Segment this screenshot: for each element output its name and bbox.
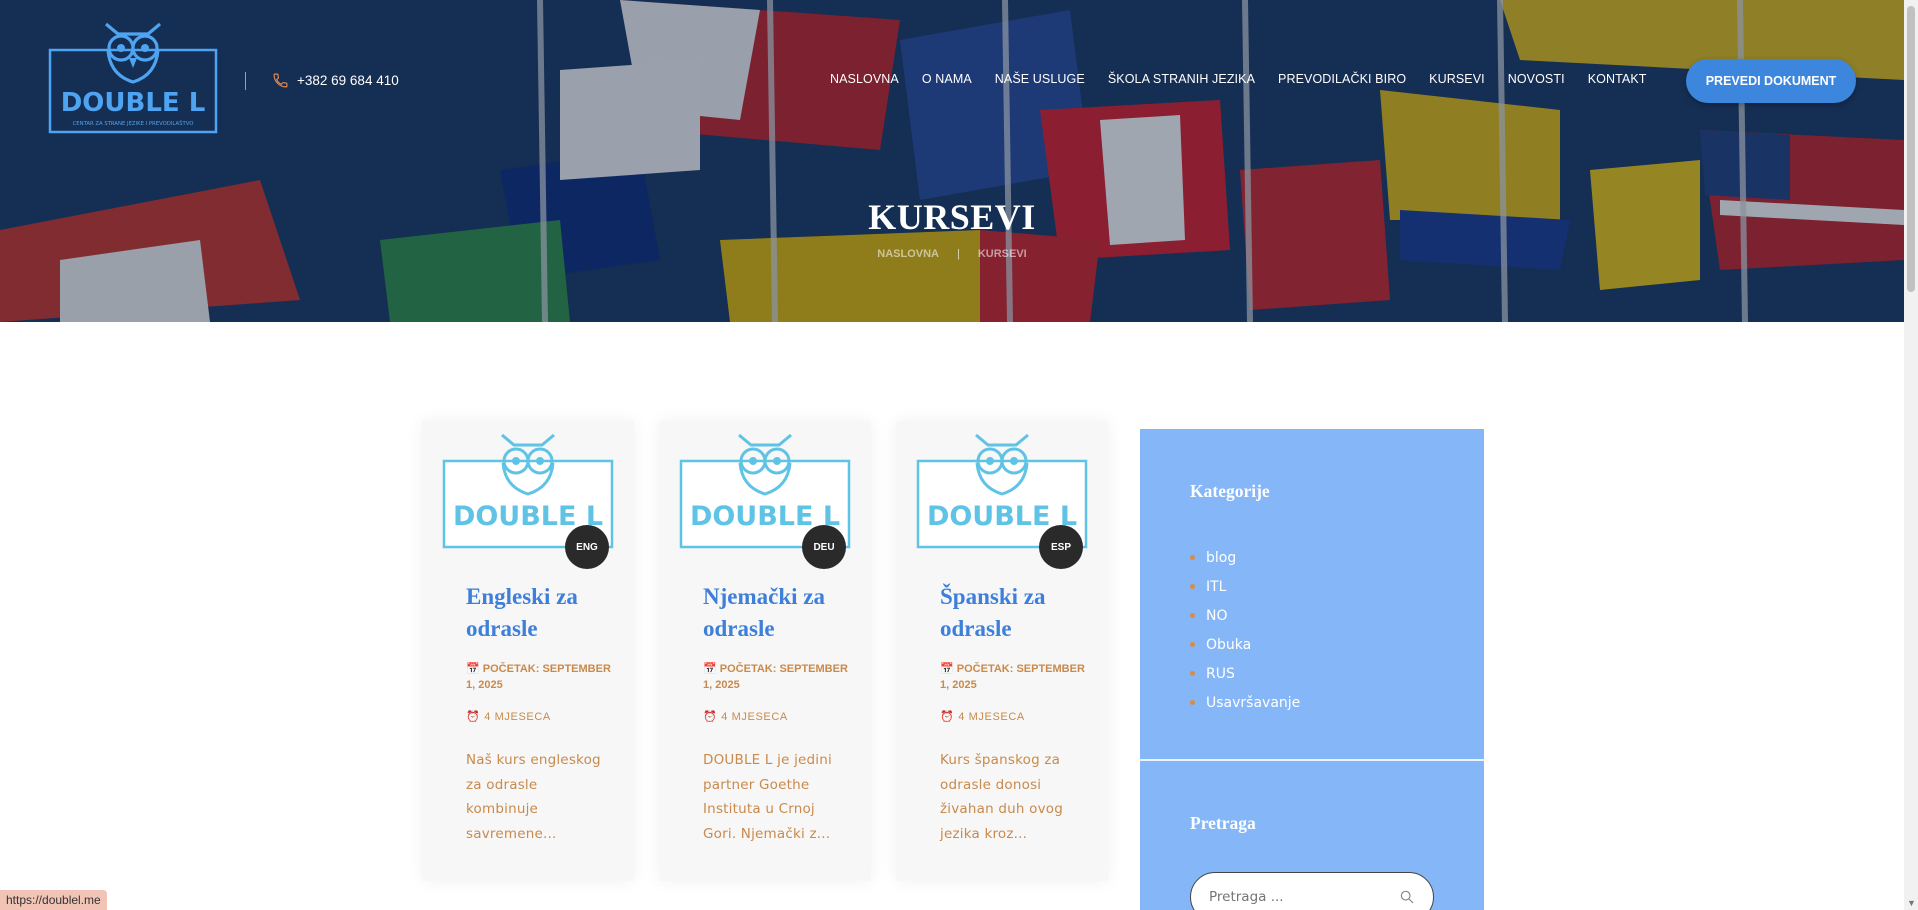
category-item[interactable]: Usavršavanje [1190, 688, 1300, 717]
language-badge: ESP [1039, 525, 1083, 569]
nav-naslovna[interactable]: NASLOVNA [818, 72, 910, 86]
course-start-date: 📅 POČETAK: SEPTEMBER 1, 2025 [466, 663, 611, 691]
nav-nase-usluge[interactable]: NAŠE USLUGE [983, 72, 1096, 86]
scroll-down-arrow-icon[interactable]: ▼ [1907, 898, 1916, 908]
category-item[interactable]: ITL [1190, 572, 1300, 601]
breadcrumb: NASLOVNA | KURSEVI [0, 248, 1904, 260]
hero-overlay [0, 0, 1904, 322]
course-duration: ⏰ 4 MJESECA [940, 710, 1025, 724]
clock-icon: ⏰ [466, 711, 481, 723]
course-card[interactable]: DOUBLE L ESP Španski za odrasle 📅 POČETA… [896, 421, 1108, 881]
page-title: KURSEVI [868, 197, 1036, 237]
search-title: Pretraga [1190, 813, 1256, 833]
course-duration: ⏰ 4 MJESECA [466, 710, 551, 724]
sidebar: Kategorije blog ITL NO Obuka RUS Usavrša… [1140, 429, 1484, 910]
phone-contact[interactable]: +382 69 684 410 [272, 72, 399, 89]
nav-prevodilacki-biro[interactable]: PREVODILAČKI BIRO [1267, 72, 1418, 86]
category-item[interactable]: RUS [1190, 659, 1300, 688]
logo-tagline: CENTAR ZA STRANE JEZIKE I PREVODILAŠTVO [73, 120, 194, 127]
calendar-icon: 📅 [703, 663, 720, 675]
course-title[interactable]: Španski za odrasle [940, 581, 1090, 645]
sidebar-search [1190, 872, 1434, 910]
calendar-icon: 📅 [466, 663, 483, 675]
course-duration: ⏰ 4 MJESECA [703, 710, 788, 724]
categories-list: blog ITL NO Obuka RUS Usavršavanje [1190, 543, 1300, 717]
hero-banner [0, 0, 1904, 322]
phone-number[interactable]: +382 69 684 410 [297, 73, 399, 88]
search-input[interactable] [1209, 889, 1399, 905]
clock-icon: ⏰ [940, 711, 955, 723]
breadcrumb-separator: | [956, 248, 960, 260]
translate-document-button[interactable]: PREVEDI DOKUMENT [1686, 59, 1856, 103]
course-card[interactable]: DOUBLE L DEU Njemački za odrasle 📅 POČET… [659, 421, 871, 881]
course-start-date: 📅 POČETAK: SEPTEMBER 1, 2025 [940, 663, 1085, 691]
category-item[interactable]: Obuka [1190, 630, 1300, 659]
course-card[interactable]: DOUBLE L ENG Engleski za odrasle 📅 POČET… [422, 421, 634, 881]
phone-icon [273, 73, 288, 88]
course-start-date: 📅 POČETAK: SEPTEMBER 1, 2025 [703, 663, 848, 691]
nav-kontakt[interactable]: KONTAKT [1576, 72, 1658, 86]
category-item[interactable]: NO [1190, 601, 1300, 630]
category-item[interactable]: blog [1190, 543, 1300, 572]
status-bar-url: https://doublel.me [0, 890, 107, 910]
categories-title: Kategorije [1190, 481, 1270, 501]
search-icon[interactable] [1399, 889, 1415, 905]
course-title[interactable]: Njemački za odrasle [703, 581, 853, 645]
logo-text: DOUBLE L [61, 88, 206, 118]
nav-o-nama[interactable]: O NAMA [910, 72, 983, 86]
double-l-logo[interactable]: DOUBLE L CENTAR ZA STRANE JEZIKE I PREVO… [48, 20, 218, 135]
sidebar-divider [1140, 759, 1484, 761]
breadcrumb-home[interactable]: NASLOVNA [877, 248, 939, 260]
header-divider [245, 72, 246, 90]
nav-skola-stranih-jezika[interactable]: ŠKOLA STRANIH JEZIKA [1096, 72, 1266, 86]
page-scrollbar[interactable]: ▼ [1904, 0, 1918, 910]
clock-icon: ⏰ [703, 711, 718, 723]
course-excerpt: Kurs španskog za odrasle donosi živahan … [940, 752, 1064, 842]
scrollbar-thumb[interactable] [1907, 6, 1915, 292]
language-badge: ENG [565, 525, 609, 569]
course-excerpt: Naš kurs engleskog za odrasle kombinuje … [466, 752, 601, 842]
language-badge: DEU [802, 525, 846, 569]
nav-kursevi[interactable]: KURSEVI [1418, 72, 1497, 86]
nav-novosti[interactable]: NOVOSTI [1496, 72, 1576, 86]
main-nav: NASLOVNA O NAMA NAŠE USLUGE ŠKOLA STRANI… [818, 72, 1658, 86]
breadcrumb-current: KURSEVI [977, 248, 1027, 260]
course-title[interactable]: Engleski za odrasle [466, 581, 616, 645]
calendar-icon: 📅 [940, 663, 957, 675]
course-excerpt: DOUBLE L je jedini partner Goethe Instit… [703, 752, 832, 842]
